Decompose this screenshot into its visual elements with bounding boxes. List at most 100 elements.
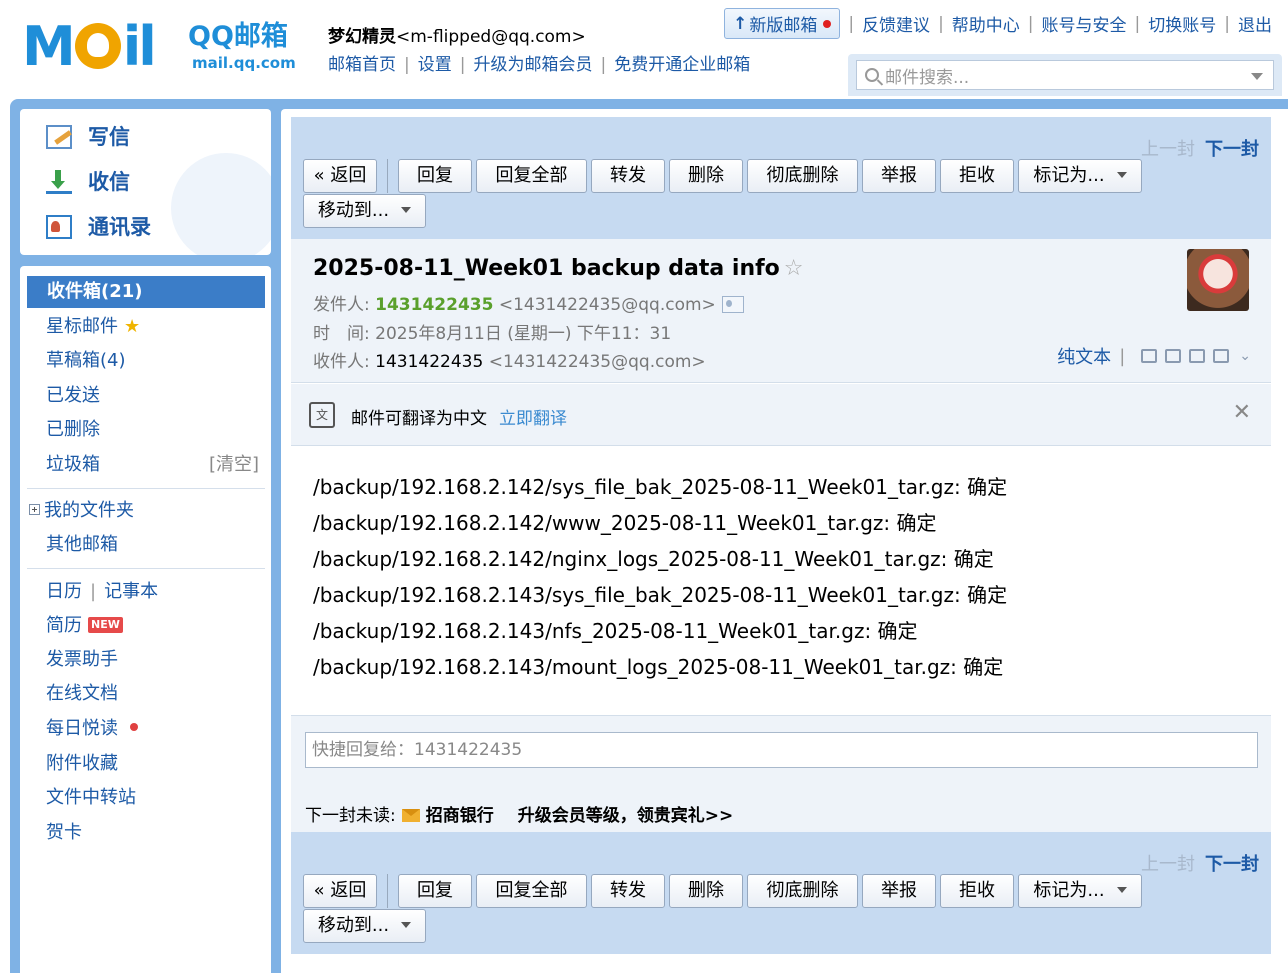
sidebar-item-notebook[interactable]: 记事本 xyxy=(104,581,158,602)
link-logout[interactable]: 退出 xyxy=(1238,11,1272,36)
plain-text-link[interactable]: 纯文本 xyxy=(1057,343,1111,369)
next-mail-link[interactable]: 下一封 xyxy=(1205,854,1259,875)
sidebar-item-drafts[interactable]: 草稿箱(4) xyxy=(46,349,126,373)
sidebar-item-my-folders[interactable]: 我的文件夹 xyxy=(29,499,134,523)
compose-label: 写信 xyxy=(88,125,130,149)
chevron-down-icon xyxy=(401,922,412,928)
translate-now-link[interactable]: 立即翻译 xyxy=(499,409,567,429)
delete-button[interactable]: 删除 xyxy=(669,874,743,908)
delete-forever-button[interactable]: 彻底删除 xyxy=(747,159,858,193)
resume-label: 简历 xyxy=(46,615,82,636)
contacts-button[interactable]: 通讯录 xyxy=(46,215,151,239)
copy-icon[interactable] xyxy=(1165,349,1182,363)
next-unread-label: 下一封未读: xyxy=(305,806,396,826)
close-icon[interactable]: ✕ xyxy=(1233,400,1251,425)
sidebar-item-deleted[interactable]: 已删除 xyxy=(46,418,100,442)
report-button[interactable]: 举报 xyxy=(862,874,936,908)
sidebar-item-starred[interactable]: 星标邮件 ★ xyxy=(46,315,140,339)
time-value: 2025年8月11日 (星期一) 下午11：31 xyxy=(375,324,672,344)
body-line: /backup/192.168.2.142/sys_file_bak_2025-… xyxy=(313,475,1008,499)
receive-button[interactable]: 收信 xyxy=(46,170,130,194)
recipient-name[interactable]: 1431422435 xyxy=(375,352,483,372)
reply-button[interactable]: 回复 xyxy=(398,874,472,908)
link-account-security[interactable]: 账号与安全 xyxy=(1042,11,1127,36)
nav-enterprise-mail[interactable]: 免费开通企业邮箱 xyxy=(614,55,750,75)
avatar[interactable] xyxy=(1187,249,1249,311)
sidebar-item-spam[interactable]: 垃圾箱 [清空] xyxy=(46,453,260,477)
link-switch-account[interactable]: 切换账号 xyxy=(1148,11,1216,36)
new-version-mail-button[interactable]: ↑ 新版邮箱 xyxy=(724,8,841,39)
sender-name[interactable]: 1431422435 xyxy=(375,295,493,315)
translate-text: 邮件可翻译为中文 立即翻译 xyxy=(351,404,567,429)
sender-row: 发件人: 1431422435 <1431422435@qq.com> xyxy=(313,294,744,316)
search-dropdown-icon[interactable] xyxy=(1251,73,1263,80)
nav-upgrade-member[interactable]: 升级为邮箱会员 xyxy=(473,55,592,75)
delete-forever-button[interactable]: 彻底删除 xyxy=(747,874,858,908)
prev-mail-link[interactable]: 上一封 xyxy=(1141,854,1195,875)
sidebar-item-online-docs[interactable]: 在线文档 xyxy=(46,682,118,706)
star-outline-icon[interactable]: ☆ xyxy=(784,256,804,281)
report-button[interactable]: 举报 xyxy=(862,159,936,193)
mark-as-button[interactable]: 标记为... xyxy=(1018,874,1142,908)
translate-icon: 文 xyxy=(309,402,335,428)
link-feedback[interactable]: 反馈建议 xyxy=(862,11,930,36)
download-icon[interactable] xyxy=(1189,349,1206,363)
sidebar-item-greeting-cards[interactable]: 贺卡 xyxy=(46,821,82,845)
qq-mail-logo[interactable]: Mil QQ邮箱 mail.qq.com xyxy=(22,18,312,80)
next-unread-from[interactable]: 招商银行 xyxy=(426,806,494,826)
sidebar-item-daily-read[interactable]: 每日悦读 xyxy=(46,717,138,741)
forward-button[interactable]: 转发 xyxy=(591,159,665,193)
recipient-email: <1431422435@qq.com> xyxy=(488,352,706,372)
back-button[interactable]: « 返回 xyxy=(303,159,377,193)
move-to-button[interactable]: 移动到... xyxy=(303,909,426,943)
sidebar-item-calendar[interactable]: 日历 xyxy=(46,581,82,602)
nav-mail-home[interactable]: 邮箱首页 xyxy=(328,55,396,75)
double-chevron-down-icon[interactable]: ⌄ xyxy=(1239,348,1251,364)
next-mail-link[interactable]: 下一封 xyxy=(1205,139,1259,160)
body-line: /backup/192.168.2.142/www_2025-08-11_Wee… xyxy=(313,511,937,535)
sidebar-item-inbox[interactable]: 收件箱(21) xyxy=(27,276,265,308)
reject-button[interactable]: 拒收 xyxy=(940,159,1014,193)
reply-all-button[interactable]: 回复全部 xyxy=(476,874,587,908)
body-line: /backup/192.168.2.142/nginx_logs_2025-08… xyxy=(313,547,994,571)
sidebar-item-other-mailbox[interactable]: 其他邮箱 xyxy=(46,533,118,557)
search-icon xyxy=(865,68,879,82)
expand-icon[interactable] xyxy=(29,504,40,515)
quick-reply-input[interactable]: 快捷回复给：1431422435 xyxy=(305,732,1258,768)
compose-button[interactable]: 写信 xyxy=(46,125,130,149)
move-to-label: 移动到... xyxy=(317,200,390,221)
contact-card-icon[interactable] xyxy=(721,296,744,313)
mark-as-button[interactable]: 标记为... xyxy=(1018,159,1142,193)
print-icon[interactable] xyxy=(1213,349,1230,363)
prev-next: 上一封 下一封 xyxy=(1141,135,1259,161)
sidebar-item-sent[interactable]: 已发送 xyxy=(46,384,100,408)
reply-all-button[interactable]: 回复全部 xyxy=(476,159,587,193)
divider xyxy=(27,488,265,489)
search-input[interactable]: 邮件搜索... xyxy=(856,60,1274,90)
sender-email: <1431422435@qq.com> xyxy=(498,295,716,315)
from-label: 发件人: xyxy=(313,295,370,315)
next-unread-subject[interactable]: 升级会员等级，领贵宾礼>> xyxy=(518,806,734,826)
logo-mark: Mil xyxy=(22,15,157,78)
folder-panel: 收件箱(21) 星标邮件 ★ 草稿箱(4) 已发送 已删除 垃圾箱 [清空] 我的文… xyxy=(20,266,271,973)
new-window-icon[interactable] xyxy=(1141,349,1158,363)
delete-button[interactable]: 删除 xyxy=(669,159,743,193)
reply-button[interactable]: 回复 xyxy=(398,159,472,193)
up-arrow-icon: ↑ xyxy=(733,13,748,34)
move-to-button[interactable]: 移动到... xyxy=(303,194,426,228)
mark-as-label: 标记为... xyxy=(1033,880,1105,901)
sidebar-item-attachments[interactable]: 附件收藏 xyxy=(46,752,118,776)
mail-reader: 上一封 下一封 « 返回 回复 回复全部 转发 删除 彻底删除 举报 拒收 标记为… xyxy=(281,109,1288,973)
sidebar-item-resume[interactable]: 简历 NEW xyxy=(46,614,123,638)
prev-mail-link[interactable]: 上一封 xyxy=(1141,139,1195,160)
reject-button[interactable]: 拒收 xyxy=(940,874,1014,908)
forward-button[interactable]: 转发 xyxy=(591,874,665,908)
back-button[interactable]: « 返回 xyxy=(303,874,377,908)
notification-dot-icon xyxy=(130,723,138,731)
link-help-center[interactable]: 帮助中心 xyxy=(952,11,1020,36)
sidebar-item-file-transfer[interactable]: 文件中转站 xyxy=(46,786,136,810)
nav-settings[interactable]: 设置 xyxy=(418,55,452,75)
sidebar-item-invoice[interactable]: 发票助手 xyxy=(46,648,118,672)
clear-spam-link[interactable]: [清空] xyxy=(209,453,259,477)
chevron-down-icon xyxy=(1116,887,1127,893)
